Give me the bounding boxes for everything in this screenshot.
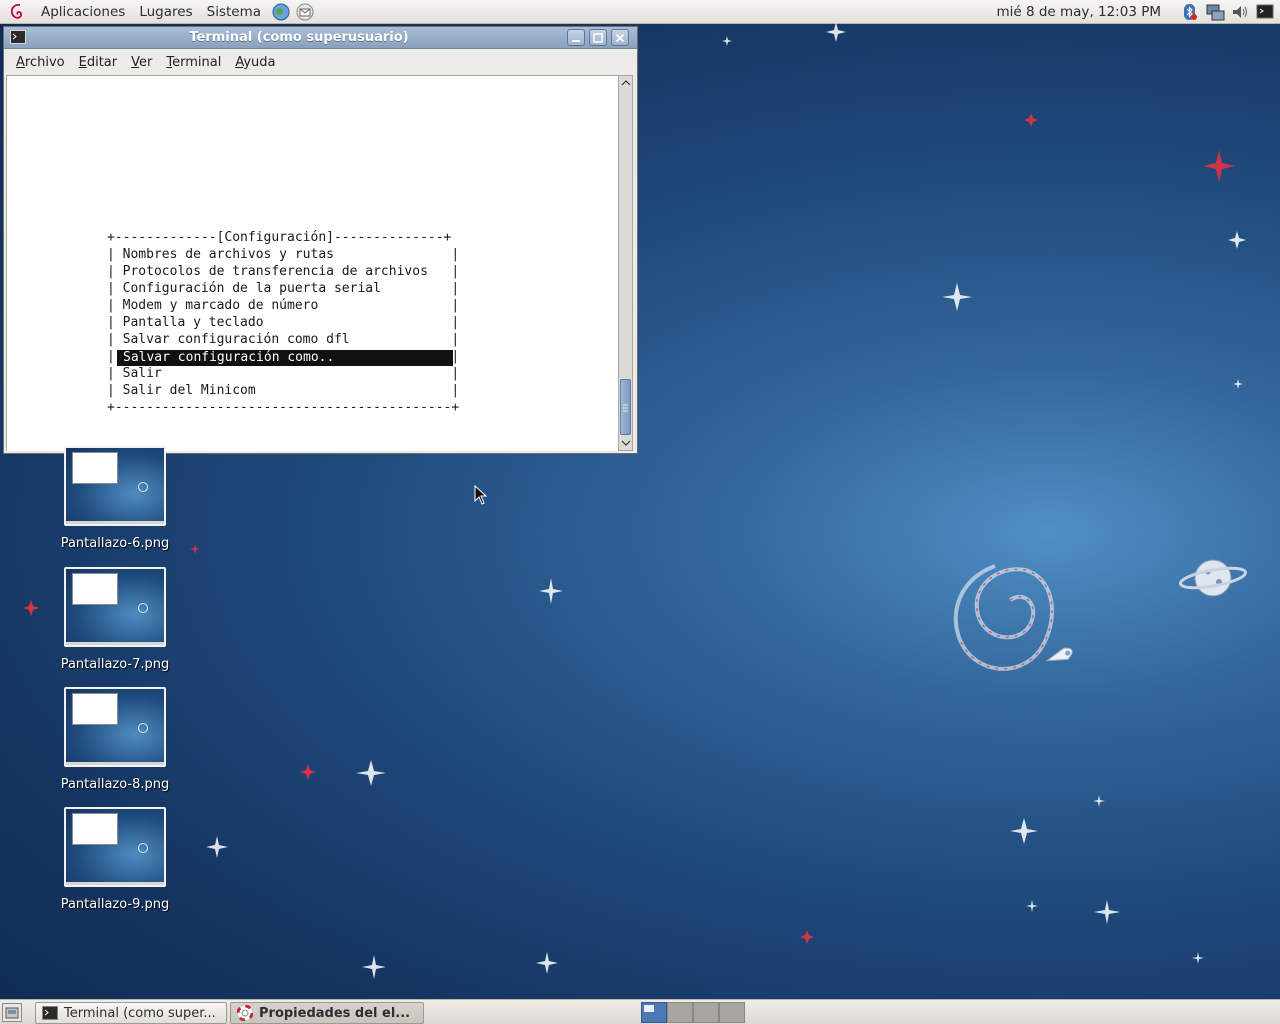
terminal-app-icon bbox=[42, 1005, 58, 1020]
bottom-panel: Terminal (como super... Propiedades del … bbox=[0, 999, 1280, 1024]
taskbar-button-terminal[interactable]: Terminal (como super... bbox=[35, 1002, 227, 1024]
desktop-icon bbox=[5, 1007, 19, 1018]
workspace-4[interactable] bbox=[719, 1002, 745, 1023]
help-lifebuoy-icon bbox=[237, 1005, 253, 1021]
mouse-pointer-icon bbox=[474, 485, 488, 505]
show-desktop-button[interactable] bbox=[2, 1003, 22, 1022]
workspace-1[interactable] bbox=[641, 1002, 667, 1023]
taskbar-label: Propiedades del el... bbox=[259, 1005, 411, 1021]
workspace-3[interactable] bbox=[693, 1002, 719, 1023]
taskbar-button-propiedades[interactable]: Propiedades del el... bbox=[230, 1002, 424, 1024]
taskbar-label: Terminal (como super... bbox=[64, 1005, 216, 1021]
wallpaper-art bbox=[23, 22, 1248, 979]
workspace-2[interactable] bbox=[667, 1002, 693, 1023]
